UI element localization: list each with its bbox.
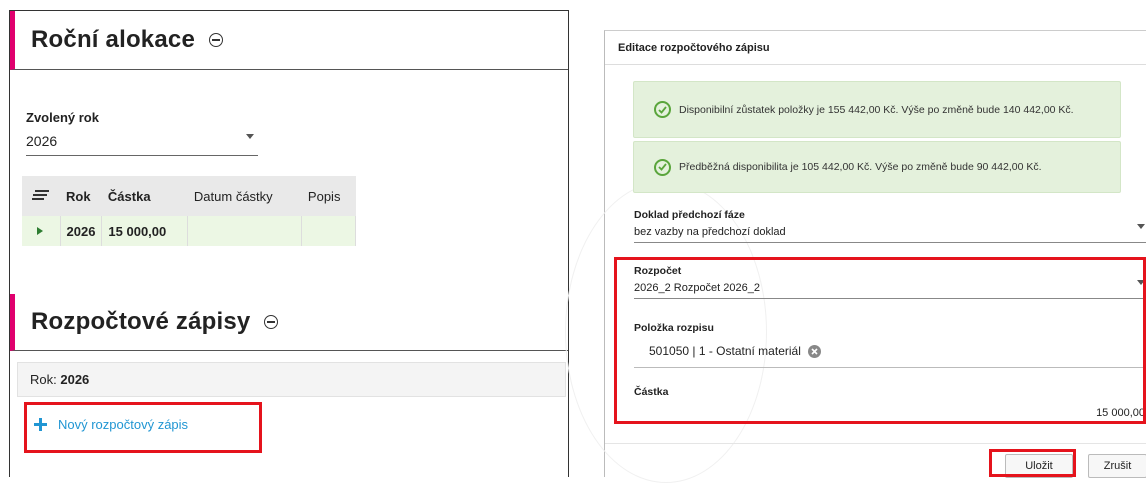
year-group-prefix: Rok: — [30, 372, 57, 387]
budget-entries-header: Rozpočtové zápisy — [10, 294, 568, 351]
cell-popis — [301, 216, 357, 246]
column-header-datum[interactable]: Datum částky — [187, 176, 302, 216]
year-select-label: Zvolený rok — [26, 110, 99, 125]
previous-doc-label: Doklad předchozí fáze — [634, 209, 745, 221]
check-circle-icon — [654, 101, 671, 118]
cell-rok: 2026 — [60, 216, 103, 246]
table-header-row: Rok Částka Datum částky Popis — [22, 176, 356, 216]
annual-allocation-header: Roční alokace — [10, 11, 568, 70]
previous-doc-value: bez vazby na předchozí doklad — [634, 226, 786, 238]
cell-datum — [187, 216, 303, 246]
previous-doc-underline — [634, 242, 1146, 243]
budget-entries-title: Rozpočtové zápisy — [31, 308, 251, 335]
row-expand[interactable] — [22, 216, 61, 246]
cancel-button[interactable]: Zrušit — [1088, 454, 1146, 478]
annual-allocation-title: Roční alokace — [31, 26, 196, 53]
dialog-title: Editace rozpočtového zápisu — [605, 31, 1146, 65]
alert-preliminary: Předběžná disponibilita je 105 442,00 Kč… — [633, 141, 1121, 193]
check-circle-icon — [654, 158, 671, 176]
year-select-value: 2026 — [26, 133, 58, 149]
year-select[interactable]: Zvolený rok 2026 — [26, 110, 258, 156]
highlight-save-button — [989, 449, 1076, 477]
highlight-budget-fields — [614, 257, 1146, 424]
alert-preliminary-text: Předběžná disponibilita je 105 442,00 Kč… — [679, 161, 1042, 173]
year-group-bar: Rok: 2026 — [17, 362, 566, 397]
dropdown-caret-icon[interactable] — [1137, 224, 1145, 229]
year-select-underline — [26, 155, 258, 156]
menu-lines-icon[interactable] — [32, 188, 50, 202]
column-header-popis[interactable]: Popis — [301, 176, 356, 216]
column-header-castka[interactable]: Částka — [101, 176, 188, 216]
collapse-icon[interactable] — [209, 33, 224, 47]
cell-castka: 15 000,00 — [101, 216, 189, 246]
year-group-value: 2026 — [60, 372, 90, 387]
highlight-new-entry — [24, 402, 262, 453]
collapse-icon[interactable] — [264, 315, 279, 329]
table-row[interactable]: 2026 15 000,00 — [22, 216, 357, 246]
dialog-footer-divider — [605, 443, 1146, 444]
previous-doc-select[interactable]: Doklad předchozí fáze bez vazby na předc… — [634, 209, 1146, 243]
alert-balance-text: Disponibilní zůstatek položky je 155 442… — [679, 103, 1074, 116]
column-menu[interactable] — [22, 176, 60, 216]
column-header-rok[interactable]: Rok — [60, 176, 102, 216]
allocation-table: Rok Částka Datum částky Popis 2026 15 00… — [22, 176, 357, 246]
dropdown-caret-icon[interactable] — [246, 134, 254, 139]
alert-item-balance: Disponibilní zůstatek položky je 155 442… — [633, 81, 1121, 138]
row-expand-icon[interactable] — [36, 226, 44, 236]
